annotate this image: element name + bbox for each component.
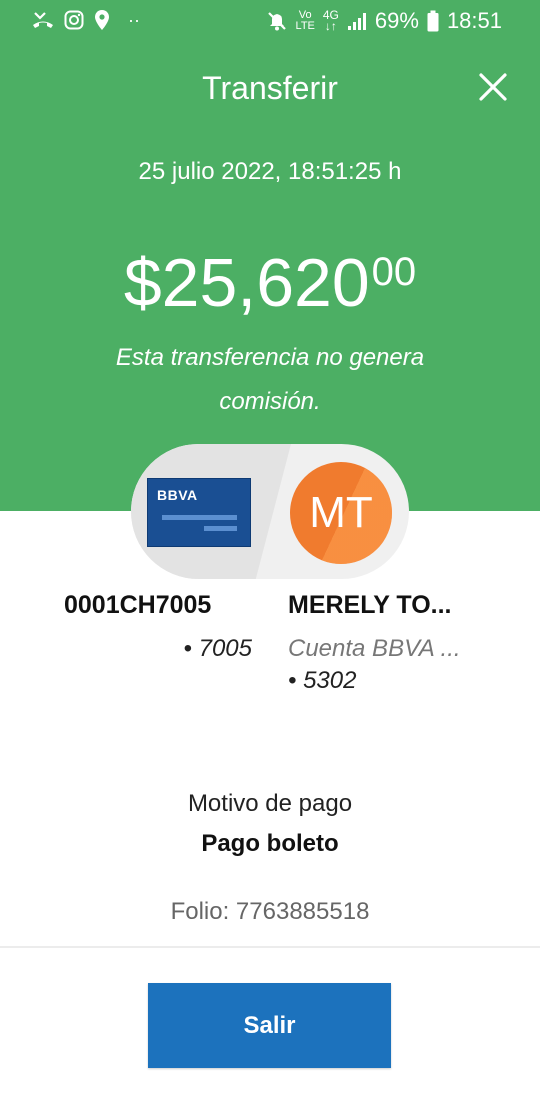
avatar-initials: MT: [309, 488, 373, 537]
destination-avatar: MT: [290, 462, 392, 564]
destination-last-digits: • 5302: [288, 667, 357, 694]
destination-account-type: Cuenta BBVA ...: [288, 635, 461, 662]
volte-indicator: Vo LTE: [295, 9, 315, 32]
missed-call-icon: [33, 12, 53, 28]
page-title: Transferir: [202, 70, 338, 106]
battery-percent: 69%: [374, 8, 419, 33]
signal-icon: [347, 13, 366, 30]
instagram-icon: [64, 10, 84, 30]
card-stripe: [204, 526, 237, 531]
payment-reason-value: Pago boleto: [201, 830, 339, 857]
status-bar: ·· Vo LTE 4G ↓↑ 69% 18:51: [0, 0, 540, 44]
origin-card-image: BBVA: [147, 478, 251, 547]
transfer-date: 25 julio 2022, 18:51:25 h: [138, 158, 402, 185]
location-icon: [95, 10, 109, 30]
divider: [0, 946, 540, 948]
card-stripe: [162, 515, 237, 520]
card-brand: BBVA: [157, 487, 198, 503]
clock: 18:51: [446, 8, 502, 33]
origin-last-digits: • 7005: [183, 635, 252, 662]
commission-note: Esta transferencia no genera comisión.: [115, 344, 425, 415]
destination-name: MERELY TO...: [288, 591, 452, 619]
mute-icon: [267, 12, 286, 31]
network-indicator: 4G ↓↑: [322, 8, 339, 33]
transfer-amount: $25,62000: [0, 244, 540, 322]
origin-account: 0001CH7005: [64, 591, 212, 619]
amount-main: $25,620: [123, 245, 370, 321]
exit-button[interactable]: Salir: [148, 983, 391, 1068]
notification-dots: ··: [128, 9, 140, 30]
folio-number: Folio: 7763885518: [170, 898, 370, 925]
payment-reason-label: Motivo de pago: [187, 790, 353, 817]
close-icon[interactable]: [474, 68, 512, 106]
battery-icon: [427, 10, 439, 32]
amount-cents: 00: [371, 250, 417, 294]
